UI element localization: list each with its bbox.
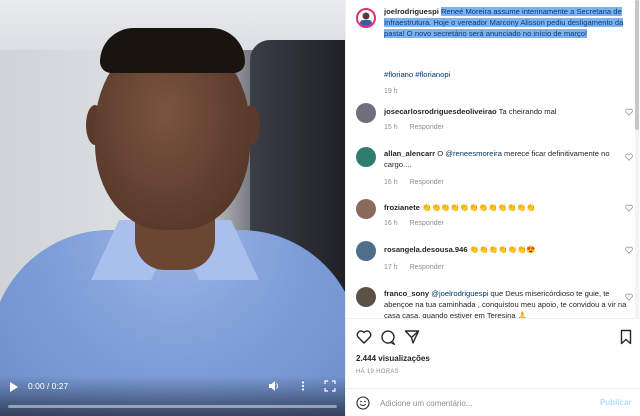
video-person-hair: [100, 28, 245, 73]
commenter-avatar[interactable]: [356, 147, 376, 167]
comment-icon[interactable]: [380, 329, 396, 345]
comment-body: Ta cheirando mal: [498, 107, 557, 116]
comment-meta: 15 h Responder: [384, 124, 454, 131]
like-comment-icon[interactable]: [625, 204, 633, 212]
share-icon[interactable]: [404, 329, 420, 345]
commenter-avatar[interactable]: [356, 287, 376, 307]
bookmark-icon[interactable]: [618, 329, 634, 345]
comment-mention[interactable]: @reneesmoreira: [445, 149, 502, 158]
publish-button[interactable]: Publicar: [600, 398, 632, 407]
video-time: 0:00 / 0:27: [28, 381, 69, 391]
comment-text: josecarlosrodriguesdeoliveirao Ta cheira…: [384, 106, 629, 117]
comment-username[interactable]: allan_alencarr: [384, 149, 435, 158]
comment-body: 👏👏👏👏👏👏😍: [469, 245, 536, 254]
comment-meta: 17 h Responder: [384, 264, 454, 271]
post-time: 19 h: [384, 88, 398, 95]
comment-text: allan_alencarr O @reneesmoreira merece f…: [384, 148, 629, 170]
post-actions: 2.444 visualizações HÁ 19 HORAS: [346, 318, 640, 378]
comment-username[interactable]: frozianete: [384, 203, 420, 212]
comment-time: 16 h: [384, 179, 398, 186]
like-comment-icon[interactable]: [625, 153, 633, 161]
comment-form: Publicar: [346, 388, 640, 416]
comment-username[interactable]: josecarlosrodriguesdeoliveirao: [384, 107, 497, 116]
commenter-avatar[interactable]: [356, 103, 376, 123]
reply-button[interactable]: Responder: [410, 124, 444, 131]
post-age: HÁ 19 HORAS: [356, 369, 399, 375]
comment-text: franco_sony @joelrodriguespi que Deus mi…: [384, 288, 629, 318]
post-panel: joelrodriguespi Reneé Moreira assume int…: [345, 0, 640, 416]
author-username[interactable]: joelrodriguespi: [384, 7, 439, 16]
reply-button[interactable]: Responder: [410, 220, 444, 227]
comment-time: 17 h: [384, 264, 398, 271]
video-player[interactable]: 0:00 / 0:27: [0, 0, 345, 416]
comment-meta: 16 h Responder: [384, 179, 454, 186]
comment-time: 16 h: [384, 220, 398, 227]
commenter-avatar[interactable]: [356, 241, 376, 261]
comment-mention[interactable]: @joelrodriguespi: [431, 289, 488, 298]
emoji-icon[interactable]: [356, 396, 370, 410]
comment-time: 15 h: [384, 124, 398, 131]
author-avatar[interactable]: [356, 8, 376, 28]
comment-body: 👏👏👏👏👏👏👏👏👏👏👏👏: [422, 203, 536, 212]
heart-icon[interactable]: [356, 329, 372, 345]
fullscreen-icon[interactable]: [324, 380, 336, 392]
volume-icon[interactable]: [268, 380, 280, 392]
comment-meta: 16 h Responder: [384, 220, 454, 227]
like-comment-icon[interactable]: [625, 293, 633, 301]
video-progress-bar[interactable]: [8, 405, 337, 408]
comment-username[interactable]: franco_sony: [384, 289, 429, 298]
like-comment-icon[interactable]: [625, 246, 633, 254]
comment-text: rosangela.desousa.946 👏👏👏👏👏👏😍: [384, 244, 629, 255]
like-comment-icon[interactable]: [625, 108, 633, 116]
scrollbar-thumb[interactable]: [635, 0, 639, 130]
comments-scroll-area[interactable]: joelrodriguespi Reneé Moreira assume int…: [346, 0, 634, 318]
comment-input[interactable]: [380, 396, 580, 410]
post-hashtags[interactable]: #floriano #florianopi: [384, 70, 450, 79]
more-icon[interactable]: [297, 380, 309, 392]
play-icon[interactable]: [10, 382, 18, 392]
reply-button[interactable]: Responder: [410, 179, 444, 186]
reply-button[interactable]: Responder: [410, 264, 444, 271]
comments-scrollbar[interactable]: [635, 0, 639, 318]
commenter-avatar[interactable]: [356, 199, 376, 219]
caption-text: joelrodriguespi Reneé Moreira assume int…: [384, 6, 629, 39]
comment-username[interactable]: rosangela.desousa.946: [384, 245, 468, 254]
video-controls: 0:00 / 0:27: [0, 376, 345, 416]
comment-text: frozianete 👏👏👏👏👏👏👏👏👏👏👏👏: [384, 202, 629, 213]
views-count[interactable]: 2.444 visualizações: [356, 354, 430, 363]
